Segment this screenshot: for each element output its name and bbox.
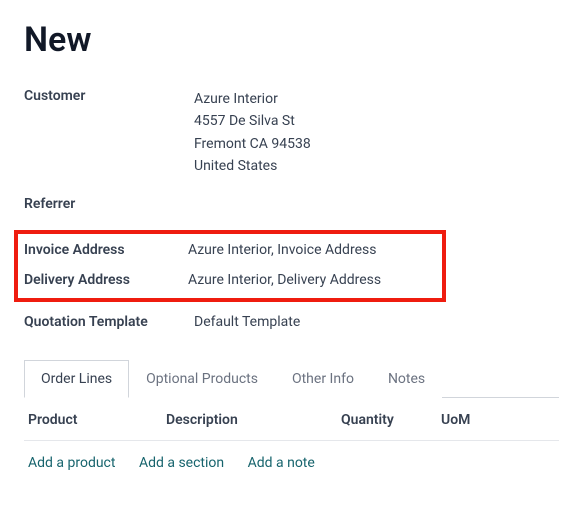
table-header: Product Description Quantity UoM (24, 398, 559, 441)
tabs: Order Lines Optional Products Other Info… (24, 360, 559, 398)
customer-city: Fremont CA 94538 (194, 133, 311, 155)
add-note-link[interactable]: Add a note (248, 455, 315, 471)
add-product-link[interactable]: Add a product (28, 455, 115, 471)
tab-other-info[interactable]: Other Info (275, 360, 371, 398)
quotation-template-value[interactable]: Default Template (194, 314, 300, 330)
invoice-address-label: Invoice Address (24, 242, 188, 258)
tab-optional-products[interactable]: Optional Products (129, 360, 275, 398)
delivery-address-label: Delivery Address (24, 272, 188, 288)
col-product: Product (28, 412, 166, 428)
field-customer: Customer Azure Interior 4557 De Silva St… (24, 88, 559, 178)
col-quantity: Quantity (341, 412, 441, 428)
col-description: Description (166, 412, 341, 428)
invoice-address-value[interactable]: Azure Interior, Invoice Address (188, 242, 376, 258)
tab-notes[interactable]: Notes (371, 360, 442, 398)
field-quotation-template: Quotation Template Default Template (24, 314, 559, 330)
customer-street: 4557 De Silva St (194, 110, 311, 132)
add-section-link[interactable]: Add a section (139, 455, 224, 471)
tab-order-lines[interactable]: Order Lines (24, 360, 129, 398)
quotation-template-label: Quotation Template (24, 314, 194, 330)
page-title: New (24, 20, 559, 60)
field-referrer: Referrer (24, 196, 559, 212)
field-invoice-address: Invoice Address Azure Interior, Invoice … (24, 242, 436, 258)
delivery-address-value[interactable]: Azure Interior, Delivery Address (188, 272, 381, 288)
customer-label: Customer (24, 88, 194, 104)
table-actions: Add a product Add a section Add a note (24, 441, 559, 485)
referrer-label: Referrer (24, 196, 194, 212)
customer-country: United States (194, 155, 311, 177)
customer-value[interactable]: Azure Interior 4557 De Silva St Fremont … (194, 88, 311, 178)
customer-name: Azure Interior (194, 88, 311, 110)
col-uom: UoM (441, 412, 555, 428)
field-delivery-address: Delivery Address Azure Interior, Deliver… (24, 272, 436, 288)
highlight-box: Invoice Address Azure Interior, Invoice … (14, 230, 446, 302)
